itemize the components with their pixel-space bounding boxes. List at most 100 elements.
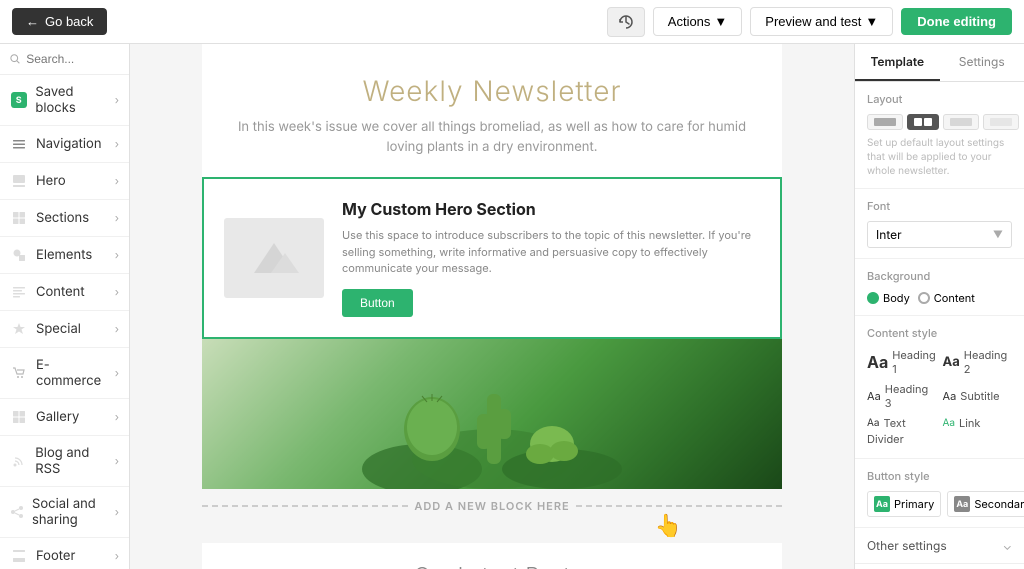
layout-section: Layout Set up default layou — [855, 82, 1024, 189]
sidebar-item-label: Navigation — [36, 136, 102, 152]
font-label: Font — [867, 199, 1012, 213]
canvas-inner: Weekly Newsletter In this week's issue w… — [202, 44, 782, 569]
primary-color-swatch: Aa — [874, 496, 890, 512]
background-body-label: Body — [883, 291, 910, 305]
tab-settings[interactable]: Settings — [940, 44, 1024, 81]
hero-button[interactable]: Button — [342, 289, 413, 317]
text-item[interactable]: Aa Text — [867, 416, 937, 430]
layout-btn-1[interactable] — [867, 114, 903, 130]
cursor-area: 👆 — [202, 513, 782, 539]
heading2-label: Heading 2 — [964, 348, 1012, 376]
button-style-label: Button style — [867, 469, 1012, 483]
chevron-right-icon: › — [115, 211, 119, 225]
hero-icon — [10, 172, 28, 190]
heading3-label: Heading 3 — [885, 382, 937, 410]
actions-button[interactable]: Actions ▼ — [653, 7, 743, 36]
background-content-option[interactable]: Content — [918, 291, 975, 305]
sidebar-item-content[interactable]: Content › — [0, 274, 129, 311]
chevron-right-icon: › — [115, 285, 119, 299]
sidebar-item-blog-rss[interactable]: Blog and RSS › — [0, 436, 129, 487]
sidebar-item-label: E-commerce — [36, 357, 115, 389]
sidebar-item-label: Content — [36, 284, 85, 300]
other-settings[interactable]: Other settings ⌄ — [855, 528, 1024, 563]
right-panel: Template Settings Layout — [854, 44, 1024, 569]
sidebar-item-navigation[interactable]: Navigation › — [0, 126, 129, 163]
chevron-right-icon: › — [115, 505, 119, 519]
layout-btn-2[interactable] — [907, 114, 939, 130]
sidebar-item-footer[interactable]: Footer › — [0, 538, 129, 569]
hero-image-placeholder — [224, 218, 324, 298]
heading1-label: Heading 1 — [892, 348, 936, 376]
history-icon — [618, 14, 634, 30]
done-editing-button[interactable]: Done editing — [901, 8, 1012, 35]
divider-item[interactable]: Divider — [867, 430, 1012, 448]
text-aa-icon: Aa — [867, 417, 880, 429]
tab-template-label: Template — [870, 54, 924, 69]
font-chevron-icon: ▼ — [993, 229, 1003, 241]
chevron-right-icon: › — [115, 366, 119, 380]
heading3-item[interactable]: Aa Heading 3 — [867, 382, 937, 410]
sidebar-item-hero[interactable]: Hero › — [0, 163, 129, 200]
layout-btn-3[interactable] — [943, 114, 979, 130]
sidebar-item-social[interactable]: Social and sharing › — [0, 487, 129, 538]
chevron-right-icon: › — [115, 248, 119, 262]
sidebar-item-special[interactable]: Special › — [0, 311, 129, 348]
secondary-button-style[interactable]: Aa Secondary — [947, 491, 1024, 517]
secondary-button-label: Secondary — [974, 497, 1024, 511]
font-value: Inter — [876, 227, 902, 242]
heading1-item[interactable]: Aa Heading 1 — [867, 348, 937, 376]
background-body-option[interactable]: Body — [867, 291, 910, 305]
heading1-aa-icon: Aa — [867, 352, 888, 372]
newsletter-header: Weekly Newsletter In this week's issue w… — [202, 44, 782, 177]
go-back-icon: ← — [26, 14, 39, 29]
cursor-hand-icon: 👆 — [655, 513, 682, 539]
chevron-right-icon: › — [115, 93, 119, 107]
sidebar-item-ecommerce[interactable]: E-commerce › — [0, 348, 129, 399]
sidebar-item-sections[interactable]: Sections › — [0, 200, 129, 237]
tab-template[interactable]: Template — [855, 44, 940, 81]
elements-icon — [10, 246, 28, 264]
go-back-button[interactable]: ← Go back — [12, 8, 107, 35]
sidebar-item-label: Blog and RSS — [35, 445, 114, 477]
dashed-line-right — [576, 505, 782, 507]
sidebar-item-label: Special — [36, 321, 81, 337]
search-icon — [10, 53, 20, 65]
sidebar-item-label: Social and sharing — [32, 496, 115, 528]
layout-btn-4[interactable] — [983, 114, 1019, 130]
subtitle-aa-icon: Aa — [943, 389, 957, 403]
sidebar-search[interactable] — [0, 44, 129, 75]
chevron-right-icon: › — [115, 454, 119, 468]
font-select[interactable]: Inter ▼ — [867, 221, 1012, 248]
button-style-section: Button style Aa Primary Aa Secondary — [855, 459, 1024, 528]
dashed-line-left — [202, 505, 408, 507]
hero-description: Use this space to introduce subscribers … — [342, 227, 760, 277]
chevron-right-icon: › — [115, 549, 119, 563]
ecommerce-icon — [10, 364, 28, 382]
content-style-label: Content style — [867, 326, 1012, 340]
heading2-item[interactable]: Aa Heading 2 — [943, 348, 1013, 376]
special-icon — [10, 320, 28, 338]
background-content-label: Content — [934, 291, 975, 305]
hero-title: My Custom Hero Section — [342, 199, 760, 219]
history-button[interactable] — [607, 7, 645, 37]
hero-block[interactable]: My Custom Hero Section Use this space to… — [202, 177, 782, 339]
search-input[interactable] — [26, 52, 119, 66]
preview-button[interactable]: Preview and test ▼ — [750, 7, 893, 36]
heading3-aa-icon: Aa — [867, 389, 881, 403]
sidebar-item-elements[interactable]: Elements › — [0, 237, 129, 274]
navigation-icon — [10, 135, 28, 153]
chevron-right-icon: › — [115, 137, 119, 151]
sidebar-item-label: Footer — [36, 548, 75, 564]
content-style-grid: Aa Heading 1 Aa Heading 2 Aa Heading 3 A… — [867, 348, 1012, 430]
primary-button-style[interactable]: Aa Primary — [867, 491, 941, 517]
link-item[interactable]: Aa Link — [943, 416, 1013, 430]
topbar-left: ← Go back — [12, 8, 597, 35]
radio-body — [867, 292, 879, 304]
sidebar-item-gallery[interactable]: Gallery › — [0, 399, 129, 436]
hero-text: My Custom Hero Section Use this space to… — [324, 199, 760, 317]
subtitle-item[interactable]: Aa Subtitle — [943, 382, 1013, 410]
content-style-section: Content style Aa Heading 1 Aa Heading 2 … — [855, 316, 1024, 459]
add-block-label: ADD A NEW BLOCK HERE — [414, 499, 569, 513]
actions-chevron-icon: ▼ — [714, 14, 727, 29]
sidebar-item-saved-blocks[interactable]: S Saved blocks › — [0, 75, 129, 126]
